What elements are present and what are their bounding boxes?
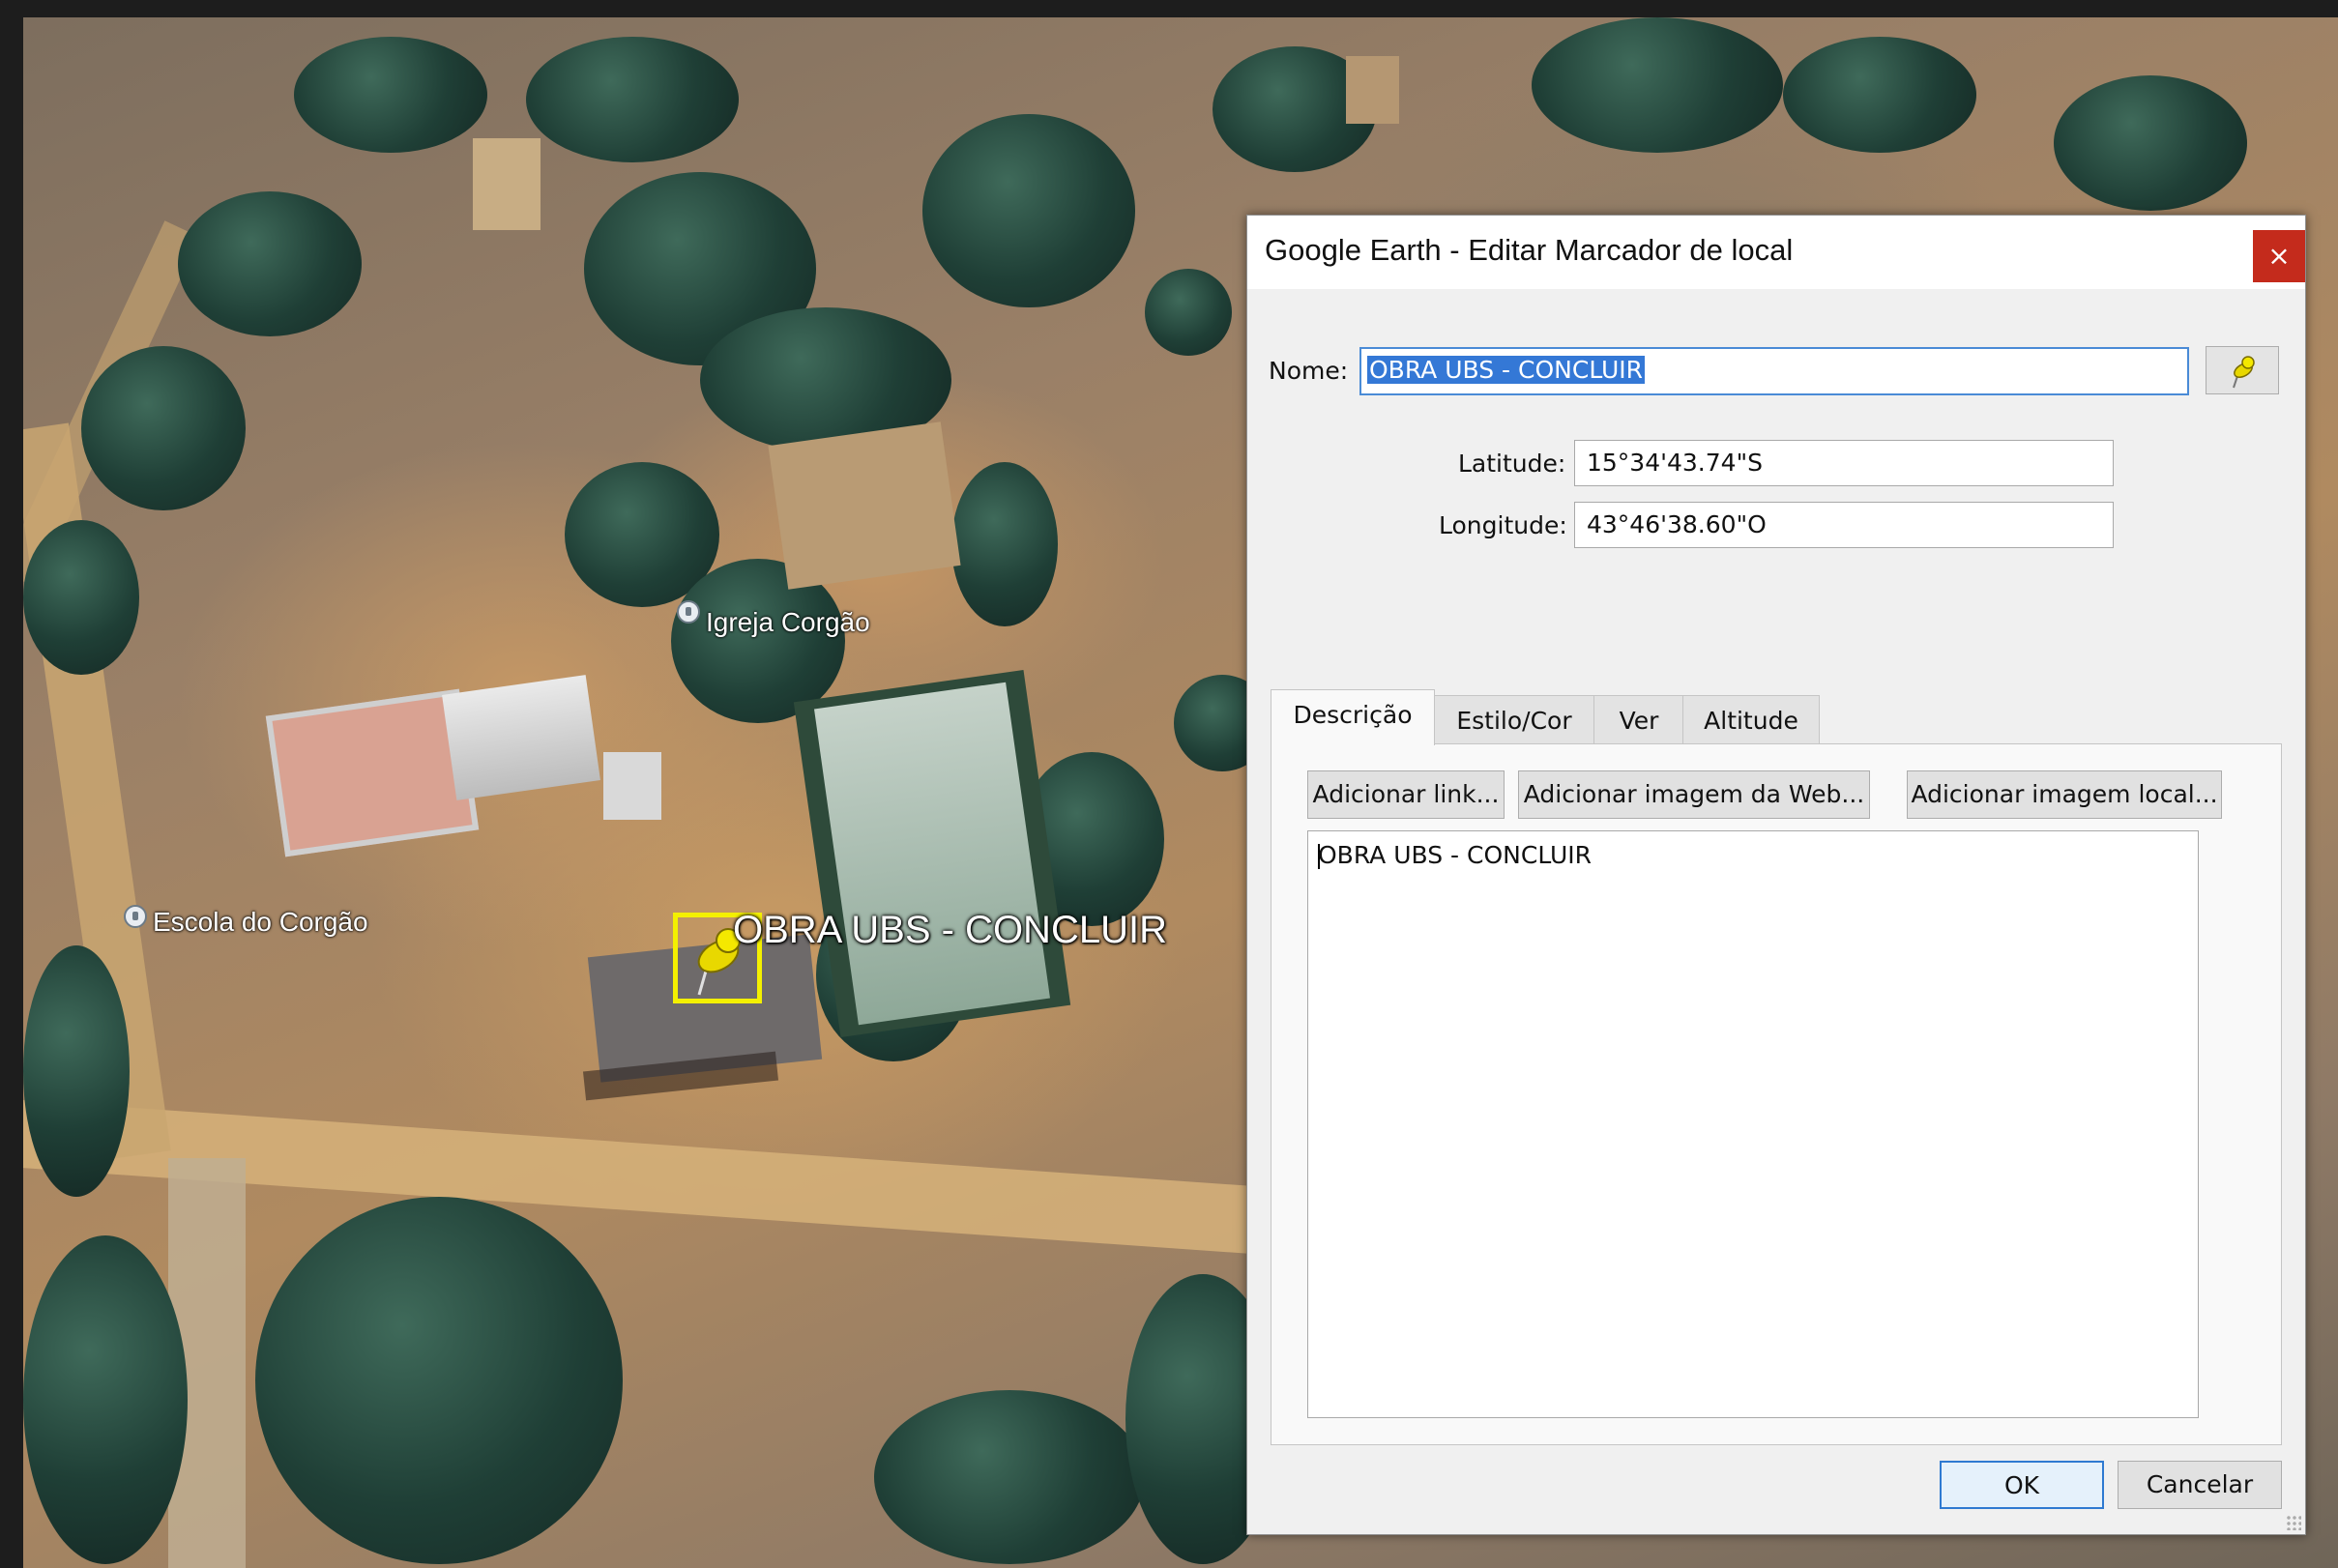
map-tree — [874, 1390, 1145, 1564]
map-tree — [922, 114, 1135, 307]
poi-escola[interactable]: Escola do Corgão — [124, 895, 368, 938]
poi-igreja[interactable]: Igreja Corgão — [677, 586, 870, 638]
map-tree — [951, 462, 1058, 626]
map-tree — [23, 520, 139, 675]
dialog-titlebar[interactable]: Google Earth - Editar Marcador de local … — [1247, 216, 2305, 289]
placemark-icon-button[interactable] — [2206, 346, 2279, 394]
map-tree — [255, 1197, 623, 1564]
map-tree — [81, 346, 246, 510]
map-tree — [23, 945, 130, 1197]
map-building — [473, 138, 541, 230]
map-tree — [294, 37, 487, 153]
tab-altitude[interactable]: Altitude — [1682, 695, 1820, 745]
latitude-label: Latitude: — [1458, 450, 1566, 478]
map-tree — [526, 37, 739, 162]
map-building — [442, 675, 600, 800]
poi-marker-icon — [124, 905, 147, 928]
resize-grip[interactable] — [2286, 1515, 2301, 1530]
map-building — [1346, 56, 1399, 124]
placemark-label[interactable]: OBRA UBS - CONCLUIR — [733, 909, 1167, 952]
add-local-image-button[interactable]: Adicionar imagem local... — [1907, 770, 2222, 819]
poi-label: Escola do Corgão — [153, 907, 368, 937]
dialog-title: Google Earth - Editar Marcador de local — [1265, 233, 1794, 267]
latitude-input[interactable]: 15°34'43.74"S — [1574, 440, 2114, 486]
map-tree — [178, 191, 362, 336]
map-tree — [2054, 75, 2247, 211]
description-text: OBRA UBS - CONCLUIR — [1318, 841, 1593, 869]
map-building — [603, 752, 661, 820]
tab-estilo-cor[interactable]: Estilo/Cor — [1433, 695, 1595, 745]
map-tree — [23, 1235, 188, 1564]
ok-button[interactable]: OK — [1940, 1461, 2104, 1509]
edit-placemark-dialog: Google Earth - Editar Marcador de local … — [1246, 215, 2306, 1535]
map-building — [768, 421, 961, 590]
name-input[interactable]: OBRA UBS - CONCLUIR — [1359, 347, 2189, 395]
close-button[interactable]: × — [2253, 230, 2305, 282]
map-tree — [1783, 37, 1976, 153]
cancel-button[interactable]: Cancelar — [2118, 1461, 2282, 1509]
map-tree — [1145, 269, 1232, 356]
tab-descricao[interactable]: Descrição — [1271, 689, 1435, 745]
poi-label: Igreja Corgão — [706, 607, 870, 637]
map-tree — [1532, 17, 1783, 153]
pushpin-icon — [2233, 356, 2255, 389]
tab-ver[interactable]: Ver — [1593, 695, 1684, 745]
longitude-label: Longitude: — [1439, 511, 1567, 539]
name-input-selected-text: OBRA UBS - CONCLUIR — [1367, 356, 1646, 384]
longitude-input[interactable]: 43°46'38.60"O — [1574, 502, 2114, 548]
add-web-image-button[interactable]: Adicionar imagem da Web... — [1518, 770, 1870, 819]
poi-marker-icon — [677, 600, 700, 624]
name-label: Nome: — [1269, 357, 1349, 385]
description-textarea[interactable]: OBRA UBS - CONCLUIR — [1307, 830, 2199, 1418]
add-link-button[interactable]: Adicionar link... — [1307, 770, 1505, 819]
